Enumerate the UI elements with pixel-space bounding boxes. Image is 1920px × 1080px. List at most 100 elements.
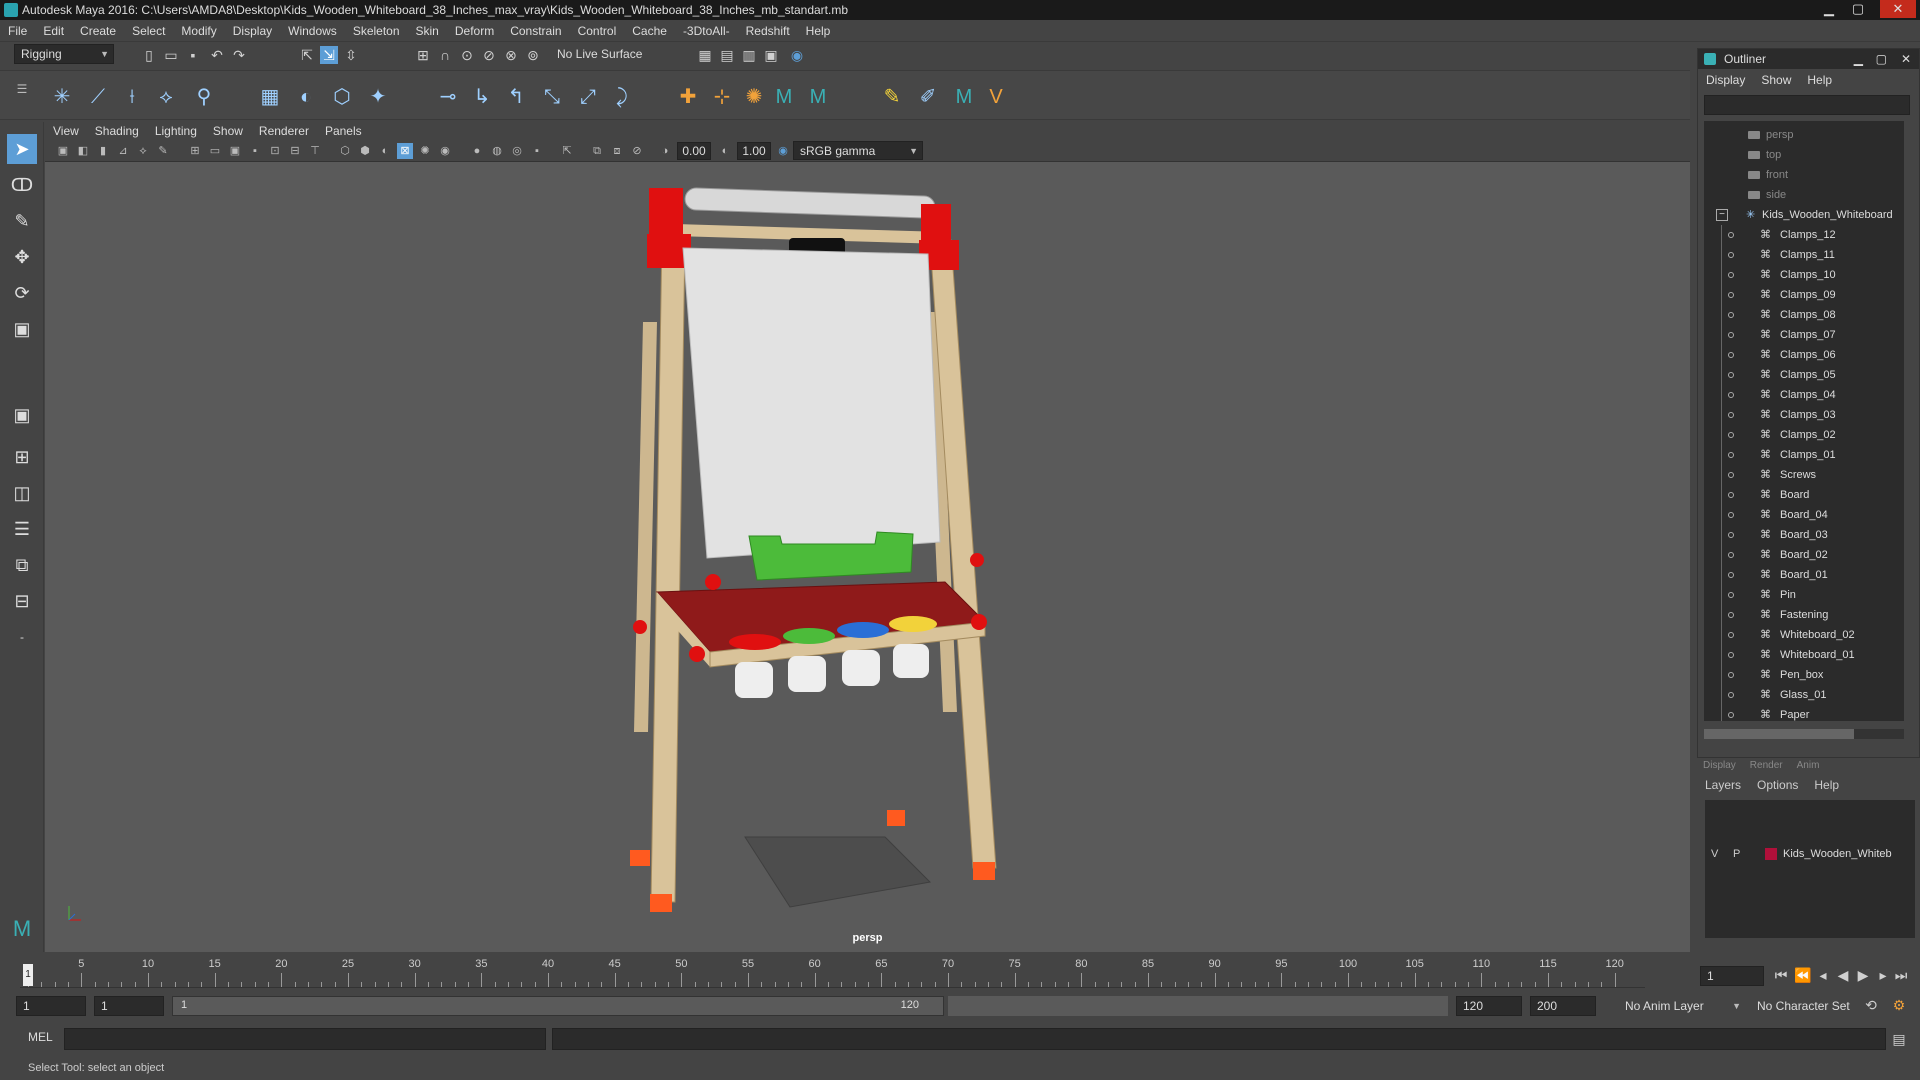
expand-icon[interactable] [1728,272,1734,278]
outliner-maximize-button[interactable]: ▢ [1876,49,1887,69]
lattice-icon[interactable]: ⬡ [328,83,356,111]
snap-curve-icon[interactable]: ∩ [436,46,454,64]
panel-menu-show[interactable]: Show [205,122,251,140]
expand-icon[interactable] [1728,492,1734,498]
expand-icon[interactable] [1728,232,1734,238]
expand-icon[interactable] [1728,612,1734,618]
lasso-tool-icon[interactable]: ↀ [7,170,37,200]
outliner-group-item[interactable]: − ✳ Kids_Wooden_Whiteboard [1704,205,1904,225]
blend-shape-icon[interactable]: M [950,83,978,111]
safe-title-icon[interactable]: ⊤ [307,143,323,159]
current-frame-field[interactable]: 1 [1700,966,1764,986]
layout-dope-icon[interactable]: ⊟ [7,586,37,616]
ik-spline-icon[interactable]: ⟊ [118,83,146,111]
outliner-item[interactable]: ⌘ Glass_01 [1704,685,1904,705]
gamma-icon[interactable]: ◐ [717,143,733,159]
render-view-icon[interactable]: ▣ [762,46,780,64]
layer-tab-anim[interactable]: Anim [1797,760,1820,771]
expand-icon[interactable] [1728,312,1734,318]
outliner-item[interactable]: ⌘ Whiteboard_02 [1704,625,1904,645]
render-settings-icon[interactable]: ▦ [696,46,714,64]
smooth-bind-icon[interactable]: ◐ [292,83,320,111]
command-input[interactable] [64,1028,546,1050]
camera-attr-icon[interactable]: ◧ [75,143,91,159]
camera-select-icon[interactable]: ▣ [55,143,71,159]
outliner-item[interactable]: ⌘ Pen_box [1704,665,1904,685]
menu-3dtoall[interactable]: -3DtoAll- [675,20,738,42]
panel-menu-lighting[interactable]: Lighting [147,122,205,140]
menu-skin[interactable]: Skin [408,20,447,42]
select-tool-icon[interactable]: ➤ [7,134,37,164]
xray-joints-icon[interactable]: ⧈ [609,143,625,159]
panel-menu-renderer[interactable]: Renderer [251,122,317,140]
outliner-item[interactable]: ⌘ Clamps_09 [1704,285,1904,305]
humanik-icon[interactable]: ⚲ [190,83,218,111]
2d-pan-icon[interactable]: ⟡ [135,143,151,159]
menu-modify[interactable]: Modify [173,20,224,42]
antialias-icon[interactable]: ◎ [509,143,525,159]
scale-constraint-icon[interactable]: ⤡ [538,83,566,111]
layer-row[interactable]: V P Kids_Wooden_Whiteb [1705,844,1915,864]
menu-create[interactable]: Create [72,20,124,42]
snap-view-icon[interactable]: ⊘ [480,46,498,64]
play-back-icon[interactable]: ◀ [1834,966,1852,984]
image-plane-icon[interactable]: ⊿ [115,143,131,159]
wrap-deformer-icon[interactable]: ✦ [364,83,392,111]
menu-redshift[interactable]: Redshift [738,20,798,42]
minimize-button[interactable]: ▁ [1815,0,1843,18]
outliner-item[interactable]: ⌘ Whiteboard_01 [1704,645,1904,665]
open-scene-icon[interactable]: ▭ [162,46,180,64]
character-set-dropdown[interactable]: No Character Set [1750,996,1870,1016]
panel-menu-view[interactable]: View [45,122,87,140]
menu-control[interactable]: Control [570,20,625,42]
outliner-item[interactable]: ⌘ Clamps_06 [1704,345,1904,365]
range-slider[interactable]: 1 120 [172,996,944,1016]
expand-icon[interactable] [1728,452,1734,458]
maximize-button[interactable]: ▢ [1844,0,1872,18]
ik-handle-icon[interactable]: ⟋ [84,83,112,111]
menu-file[interactable]: File [0,20,35,42]
outliner-item[interactable]: ⌘ Clamps_11 [1704,245,1904,265]
lights-icon[interactable]: ✺ [417,143,433,159]
layer-menu-layers[interactable]: Layers [1697,774,1749,796]
snap-surface-icon[interactable]: ⊗ [502,46,520,64]
layer-menu-options[interactable]: Options [1749,774,1806,796]
exposure-field[interactable]: 0.00 [677,142,711,160]
collapse-icon[interactable]: − [1716,209,1728,221]
expand-icon[interactable] [1728,352,1734,358]
cluster-icon[interactable]: ⊹ [708,83,736,111]
shadows-icon[interactable]: ◉ [437,143,453,159]
bookmark-icon[interactable]: ▮ [95,143,111,159]
smooth-shade-icon[interactable]: ⬢ [357,143,373,159]
scale-tool-icon[interactable]: ▣ [7,314,37,344]
expand-icon[interactable] [1728,692,1734,698]
outliner-item[interactable]: ⌘ Clamps_04 [1704,385,1904,405]
layer-playback[interactable]: P [1733,844,1740,864]
outliner-camera-item[interactable]: persp [1704,125,1904,145]
menu-select[interactable]: Select [124,20,173,42]
parent-constraint-icon[interactable]: ⊸ [434,83,462,111]
v-tool-icon[interactable]: V [982,83,1010,111]
outliner-menu-show[interactable]: Show [1753,69,1799,91]
xray-icon[interactable]: ⧉ [589,143,605,159]
colorspace-dropdown[interactable]: sRGB gamma ▼ [793,141,923,160]
expand-icon[interactable] [1728,672,1734,678]
ao-icon[interactable]: ● [469,143,485,159]
rotate-tool-icon[interactable]: ⟳ [7,278,37,308]
outliner-search-input[interactable] [1704,95,1910,115]
menu-cache[interactable]: Cache [624,20,675,42]
aim-constraint-icon[interactable]: ⤢ [574,83,602,111]
panel-menu-shading[interactable]: Shading [87,122,147,140]
outliner-minimize-button[interactable]: ▁ [1854,49,1863,69]
ipr-render-icon[interactable]: ▥ [740,46,758,64]
expand-icon[interactable] [1728,252,1734,258]
outliner-item[interactable]: ⌘ Board_02 [1704,545,1904,565]
outliner-hscrollbar[interactable] [1704,729,1904,739]
outliner-item[interactable]: ⌘ Clamps_05 [1704,365,1904,385]
xray-components-icon[interactable]: ⊘ [629,143,645,159]
paint-select-icon[interactable]: ✎ [7,206,37,236]
step-back-key-icon[interactable]: ⏪ [1794,966,1812,984]
panel-menu-panels[interactable]: Panels [317,122,370,140]
snap-grid-icon[interactable]: ⊞ [414,46,432,64]
outliner-item[interactable]: ⌘ Clamps_01 [1704,445,1904,465]
